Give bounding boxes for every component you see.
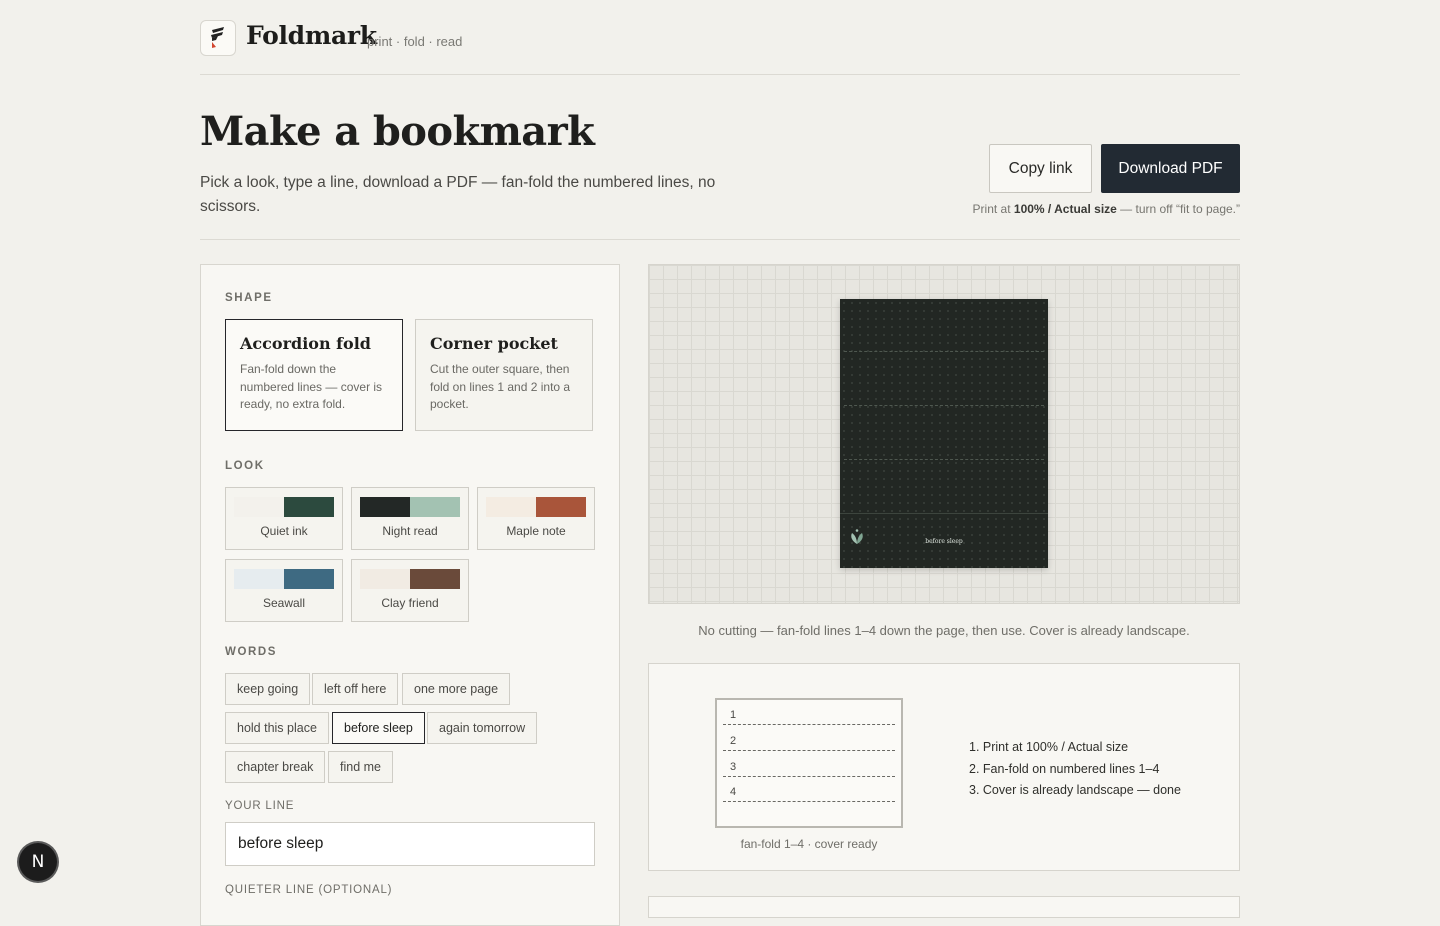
download-pdf-button[interactable]: Download PDF bbox=[1101, 144, 1240, 193]
look-option-maple-note[interactable]: Maple note bbox=[477, 487, 595, 550]
print-note-prefix: Print at bbox=[972, 202, 1014, 216]
look-section-label: LOOK bbox=[225, 460, 265, 472]
step-item: 2. Fan-fold on numbered lines 1–4 bbox=[969, 761, 1160, 776]
swatch-accent bbox=[410, 569, 460, 589]
next-card bbox=[648, 896, 1240, 918]
n-badge-button[interactable]: N bbox=[19, 843, 57, 881]
swatch-light bbox=[234, 569, 284, 589]
diagram-caption: fan-fold 1–4 · cover ready bbox=[740, 837, 878, 851]
word-chip[interactable]: chapter break bbox=[225, 751, 326, 783]
shape-option-corner-pocket[interactable]: Corner pocket Cut the outer square, then… bbox=[415, 319, 593, 431]
page-title: Make a bookmark bbox=[200, 108, 595, 155]
word-chip[interactable]: left off here bbox=[312, 673, 399, 705]
step-item: 3. Cover is already landscape — done bbox=[969, 783, 1181, 797]
your-line-input[interactable] bbox=[225, 822, 595, 866]
fold-line bbox=[723, 801, 895, 802]
swatch-light bbox=[486, 497, 536, 517]
fold-line bbox=[844, 405, 1044, 406]
swatch-light bbox=[234, 497, 284, 517]
shape-title: Corner pocket bbox=[430, 334, 558, 353]
swatch-accent bbox=[284, 497, 334, 517]
words-section-label: WORDS bbox=[225, 646, 278, 658]
brand-tagline: print · fold · read bbox=[367, 34, 463, 49]
fold-number: 4 bbox=[730, 786, 737, 798]
fold-line bbox=[723, 724, 895, 725]
swatch-light bbox=[360, 569, 410, 589]
fold-diagram: 1 2 3 4 bbox=[715, 698, 903, 828]
options-panel: SHAPE Accordion fold Fan-fold down the n… bbox=[200, 264, 620, 926]
your-line-label: YOUR LINE bbox=[225, 800, 295, 812]
steps-list: 1. Print at 100% / Actual size 2. Fan-fo… bbox=[969, 737, 1181, 802]
shape-option-accordion[interactable]: Accordion fold Fan-fold down the numbere… bbox=[225, 319, 403, 431]
shape-description: Cut the outer square, then fold on lines… bbox=[430, 362, 571, 411]
fold-line bbox=[844, 459, 1044, 460]
quieter-line-label: QUIETER LINE (OPTIONAL) bbox=[225, 884, 393, 896]
bookmark-sheet: before sleep bbox=[840, 299, 1048, 568]
fold-line bbox=[723, 750, 895, 751]
look-name: Clay friend bbox=[381, 596, 439, 610]
print-note: Print at 100% / Actual size — turn off “… bbox=[973, 202, 1240, 216]
fold-line bbox=[844, 351, 1044, 352]
look-name: Quiet ink bbox=[260, 524, 308, 538]
fold-line bbox=[723, 776, 895, 777]
copy-link-button[interactable]: Copy link bbox=[989, 144, 1092, 193]
look-name: Night read bbox=[382, 524, 438, 538]
fold-number: 2 bbox=[730, 735, 737, 747]
look-option-clay-friend[interactable]: Clay friend bbox=[351, 559, 469, 622]
print-note-bold: 100% / Actual size bbox=[1013, 202, 1117, 216]
word-chip[interactable]: keep going bbox=[225, 673, 311, 705]
look-option-seawall[interactable]: Seawall bbox=[225, 559, 343, 622]
word-chip-selected[interactable]: before sleep bbox=[332, 712, 425, 744]
bookmark-preview: before sleep bbox=[648, 264, 1240, 604]
look-option-quiet-ink[interactable]: Quiet ink bbox=[225, 487, 343, 550]
shape-description: Fan-fold down the numbered lines — cover… bbox=[240, 362, 383, 411]
shape-title: Accordion fold bbox=[240, 334, 371, 353]
cover-text: before sleep bbox=[925, 538, 963, 545]
page-subtitle: Pick a look, type a line, download a PDF… bbox=[200, 174, 716, 215]
swatch-accent bbox=[410, 497, 460, 517]
fold-number: 1 bbox=[730, 709, 737, 721]
step-item: 1. Print at 100% / Actual size bbox=[969, 740, 1129, 754]
word-chip[interactable]: one more page bbox=[402, 673, 511, 705]
bookmark-cover: before sleep bbox=[840, 513, 1048, 568]
fold-instructions: 1 2 3 4 fan-fold 1–4 · cover ready 1. Pr… bbox=[648, 663, 1240, 871]
divider bbox=[200, 239, 1240, 240]
brand-name[interactable]: Foldmark bbox=[246, 21, 377, 50]
look-name: Seawall bbox=[262, 596, 306, 610]
word-chip[interactable]: hold this place bbox=[225, 712, 329, 744]
swatch-light bbox=[360, 497, 410, 517]
print-note-suffix: — turn off “fit to page.” bbox=[1116, 202, 1240, 216]
word-chip[interactable]: again tomorrow bbox=[427, 712, 538, 744]
swatch-accent bbox=[284, 569, 334, 589]
top-header: Foldmark print · fold · read bbox=[200, 20, 1240, 75]
word-chip[interactable]: find me bbox=[328, 751, 393, 783]
look-option-night-read[interactable]: Night read bbox=[351, 487, 469, 550]
swatch-accent bbox=[536, 497, 586, 517]
shape-section-label: SHAPE bbox=[225, 292, 273, 304]
fold-number: 3 bbox=[730, 761, 737, 773]
preview-caption: No cutting — fan-fold lines 1–4 down the… bbox=[698, 623, 1190, 638]
look-name: Maple note bbox=[506, 524, 566, 538]
flag-logo-icon[interactable] bbox=[200, 20, 236, 56]
